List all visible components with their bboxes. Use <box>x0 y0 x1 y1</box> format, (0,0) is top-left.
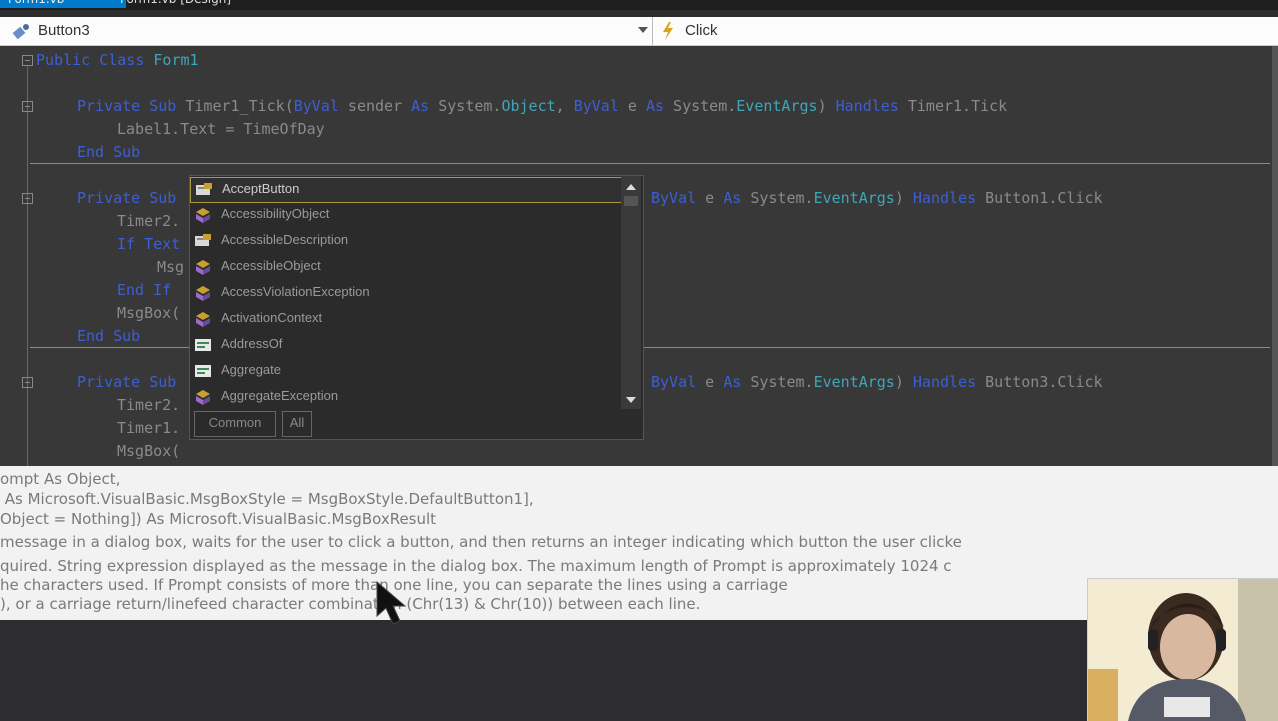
completion-item[interactable]: AccessibilityObject <box>190 203 620 227</box>
collapse-sub-icon[interactable] <box>22 101 33 112</box>
event-dropdown[interactable]: Click <box>653 17 1278 45</box>
presenter-video <box>1088 579 1278 721</box>
tooltip-line: As Microsoft.VisualBasic.MsgBoxStyle = M… <box>0 490 534 508</box>
completion-item[interactable]: AccessibleObject <box>190 255 620 279</box>
property-icon <box>195 234 211 246</box>
collapse-class-icon[interactable] <box>22 55 33 66</box>
chevron-down-icon[interactable] <box>638 27 648 33</box>
mouse-cursor-icon <box>376 580 407 625</box>
tab-form1-code[interactable]: Form1.vb <box>0 0 126 8</box>
end-sub-1: End Sub <box>77 143 141 161</box>
collapse-sub-icon[interactable] <box>22 377 33 388</box>
tab-all[interactable]: All <box>282 411 312 437</box>
method-separator <box>30 163 1270 164</box>
class-declaration: Public Class Form1 <box>36 51 199 69</box>
tooltip-line: ), or a carriage return/linefeed charact… <box>0 595 701 613</box>
sub3-line: Timer2. <box>117 396 181 414</box>
object-dropdown[interactable]: Button3 <box>0 17 653 45</box>
scroll-up-icon[interactable] <box>626 184 636 190</box>
completion-item[interactable]: AccessibleDescription <box>190 229 620 253</box>
tooltip-line: message in a dialog box, waits for the u… <box>0 533 962 551</box>
sub1-body: Label1.Text = TimeOfDay <box>117 120 325 138</box>
tooltip-line: Object = Nothing]) As Microsoft.VisualBa… <box>0 510 437 528</box>
sub2-line: Timer2. <box>117 212 181 230</box>
editor-scrollbar[interactable] <box>1272 46 1278 466</box>
lightning-icon <box>663 22 673 40</box>
sub3-line: Timer1. <box>117 419 181 437</box>
webcam-overlay <box>1087 578 1278 721</box>
sub2-signature-tail: ByVal e As System.EventArgs) Handles But… <box>651 189 1103 207</box>
completion-item[interactable]: ActivationContext <box>190 307 620 331</box>
keyword-icon <box>195 339 211 351</box>
class-icon <box>196 260 210 275</box>
sub1-signature: Private Sub Timer1_Tick(ByVal sender As … <box>77 97 1008 115</box>
sub2-prefix: Private Sub <box>77 189 177 207</box>
completion-item[interactable]: AggregateException <box>190 385 620 409</box>
sub2-line: End If <box>117 281 172 299</box>
sub2-line: Msg <box>157 258 185 276</box>
document-tab-bar: Form1.vb Form1.vb [Design] <box>0 0 1278 10</box>
collapse-sub-icon[interactable] <box>22 193 33 204</box>
sub3-signature-tail: ByVal e As System.EventArgs) Handles But… <box>651 373 1103 391</box>
tab-form1-design[interactable]: Form1.vb [Design] <box>112 0 288 8</box>
outline-guide <box>27 66 28 466</box>
sub2-line: MsgBox( <box>117 304 181 322</box>
scroll-down-icon[interactable] <box>626 397 636 403</box>
keyword-icon <box>195 365 211 377</box>
tab-common[interactable]: Common <box>194 411 276 437</box>
completion-item[interactable]: Aggregate <box>190 359 620 383</box>
tooltip-line: ompt As Object, <box>0 470 121 488</box>
navigation-bar: Button3 Click <box>0 17 1278 46</box>
intellisense-popup: AcceptButton AccessibilityObject Accessi… <box>189 175 644 440</box>
completion-item[interactable]: AccessViolationException <box>190 281 620 305</box>
sub3-line: MsgBox( <box>117 442 181 460</box>
scroll-thumb[interactable] <box>624 196 638 206</box>
class-icon <box>196 286 210 301</box>
control-icon <box>12 24 29 39</box>
completion-filter-tabs: Common All <box>190 411 643 439</box>
class-icon <box>196 390 210 405</box>
object-name: Button3 <box>38 22 90 39</box>
tooltip-line: quired. String expression displayed as t… <box>0 557 952 575</box>
sub2-line: If Text <box>117 235 181 253</box>
completion-scrollbar[interactable] <box>621 176 641 409</box>
class-icon <box>196 208 210 223</box>
class-icon <box>196 312 210 327</box>
completion-item[interactable]: AcceptButton <box>190 177 622 203</box>
completion-item[interactable]: AddressOf <box>190 333 620 357</box>
sub3-prefix: Private Sub <box>77 373 177 391</box>
property-icon <box>196 183 212 195</box>
event-name: Click <box>685 22 718 39</box>
end-sub-2: End Sub <box>77 327 141 345</box>
